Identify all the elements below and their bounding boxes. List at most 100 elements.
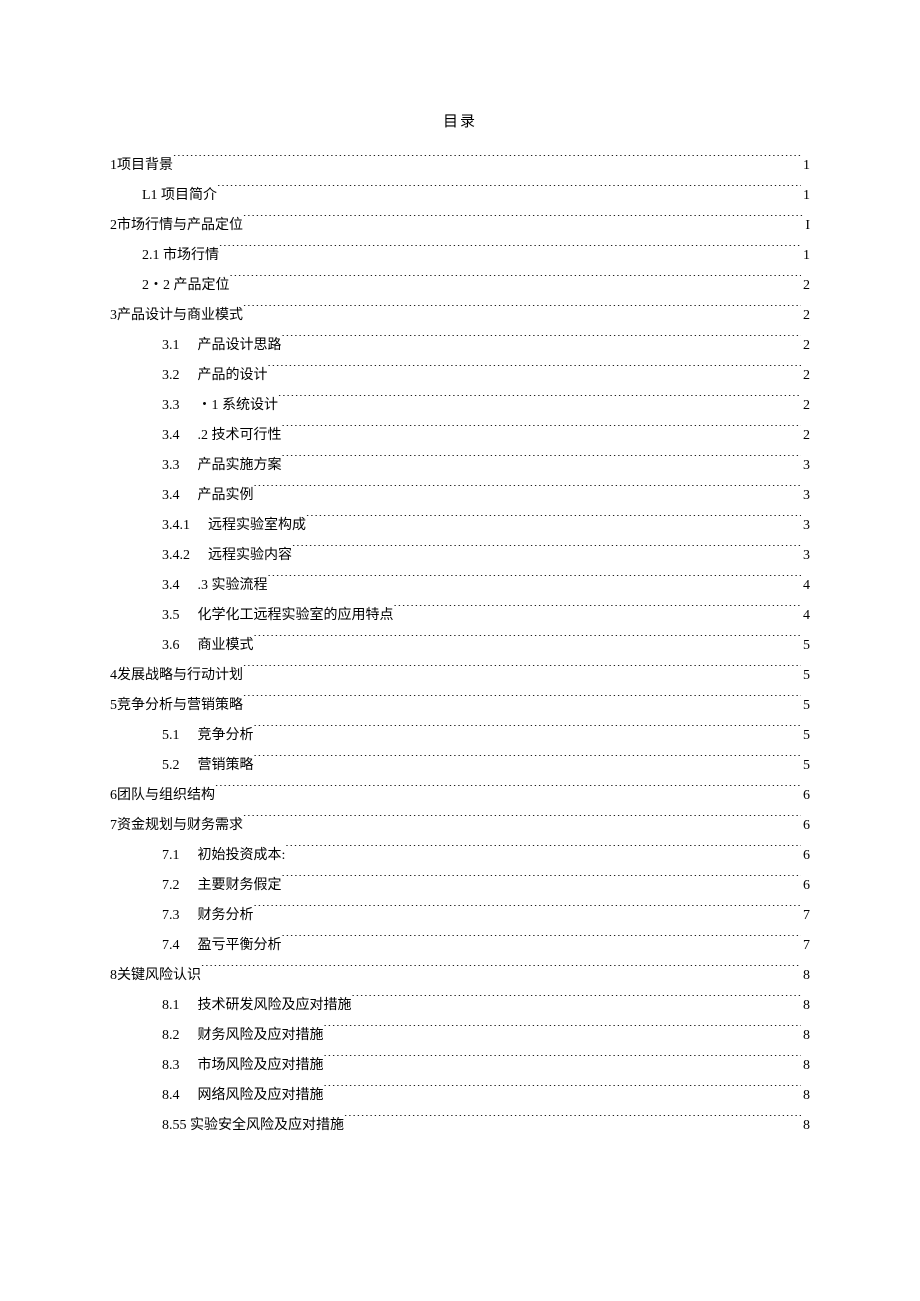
toc-label: 远程实验室构成 [208,511,306,541]
toc-leader [324,1055,802,1069]
toc-number: 3.5 [162,601,198,631]
toc-page-number: 5 [801,661,810,691]
toc-page-number: 8 [801,1021,810,1051]
toc-leader [173,155,801,169]
toc-leader [344,1115,801,1129]
toc-entry: 3.2产品的设计2 [110,361,810,391]
toc-label: 竞争分析与营销策略 [117,691,243,721]
toc-number: 3.3 [162,451,198,481]
toc-leader [268,575,802,589]
toc-number: 3.1 [162,331,198,361]
toc-label: 2.1 市场行情 [142,241,219,271]
toc-number: 7.3 [162,901,198,931]
toc-leader [243,305,801,319]
toc-page-number: 8 [801,991,810,1021]
toc-leader [254,905,802,919]
toc-number: 7 [110,811,117,841]
toc-leader [282,425,802,439]
toc-page-number: 3 [801,481,810,511]
toc-number: 3 [110,301,117,331]
toc-label: 产品实例 [198,481,254,511]
toc-label: 产品实施方案 [198,451,282,481]
toc-page-number: 2 [801,271,810,301]
toc-entry: 7.2主要财务假定6 [110,871,810,901]
toc-page-number: 7 [801,901,810,931]
toc-label: 团队与组织结构 [117,781,215,811]
toc-label: 5 实验安全风险及应对措施 [180,1111,345,1141]
toc-leader [268,365,802,379]
toc-leader [306,515,801,529]
toc-entry: 7.4盈亏平衡分析 7 [110,931,810,961]
toc-entry: 3产品设计与商业模式 2 [110,301,810,331]
toc-leader [215,785,801,799]
toc-page-number: 5 [801,631,810,661]
toc-leader [394,605,802,619]
toc-leader [282,455,802,469]
toc-entry: 5竞争分析与营销策略 5 [110,691,810,721]
toc-label: 市场风险及应对措施 [198,1051,324,1081]
toc-page-number: 6 [801,811,810,841]
toc-number: 5.1 [162,721,198,751]
toc-entry: 8.4网络风险及应对措施8 [110,1081,810,1111]
toc-number: 8.1 [162,991,198,1021]
toc-label: 竞争分析 [198,721,254,751]
toc-label: 盈亏平衡分析 [198,931,282,961]
toc-leader [243,815,801,829]
toc-page-number: 1 [801,151,810,181]
toc-number: 8.2 [162,1021,198,1051]
toc-leader [254,725,802,739]
toc-label: L1 项目简介 [142,181,217,211]
toc-page-number: 4 [801,571,810,601]
toc-number: 3.4 [162,421,198,451]
toc-label: 化学化工远程实验室的应用特点 [198,601,394,631]
toc-leader [201,965,801,979]
toc-number: 1 [110,151,117,181]
toc-entry: 4发展战略与行动计划 5 [110,661,810,691]
toc-entry: 2市场行情与产品定位 I [110,211,810,241]
toc-number: 8 [110,961,117,991]
toc-entry: 3.4.1远程实验室构成 3 [110,511,810,541]
toc-label: 项目背景 [117,151,173,181]
toc-label: 财务分析 [198,901,254,931]
toc-entry: 3.1产品设计思路 2 [110,331,810,361]
toc-number: 4 [110,661,117,691]
toc-number: 8.3 [162,1051,198,1081]
toc-number: 3.4.2 [162,541,208,571]
toc-page-number: 7 [801,931,810,961]
toc-entry: 7.1初始投资成本:6 [110,841,810,871]
toc-entry: 5.2营销策略5 [110,751,810,781]
toc-title: 目录 [110,110,810,131]
toc-entry: 1项目背景 1 [110,151,810,181]
toc-page-number: I [803,211,810,241]
toc-label: 资金规划与财务需求 [117,811,243,841]
toc-page-number: 2 [801,331,810,361]
toc-leader [324,1025,802,1039]
toc-label: 远程实验内容 [208,541,292,571]
toc-label: 主要财务假定 [198,871,282,901]
toc-number: 6 [110,781,117,811]
toc-entry: 6团队与组织结构6 [110,781,810,811]
toc-entry: 3.5化学化工远程实验室的应用特点 4 [110,601,810,631]
toc-entry: 3.4.3 实验流程4 [110,571,810,601]
toc-entry: 8.5 5 实验安全风险及应对措施8 [110,1111,810,1141]
toc-entry: 5.1竞争分析 5 [110,721,810,751]
toc-leader [219,245,801,259]
toc-number: 3.2 [162,361,198,391]
toc-label: 商业模式 [198,631,254,661]
toc-number: 2 [110,211,117,241]
toc-number: 8.5 [162,1111,180,1141]
toc-label: 发展战略与行动计划 [117,661,243,691]
toc-page-number: 6 [801,781,810,811]
toc-number: 5 [110,691,117,721]
toc-entry: 3.4.2远程实验内容 3 [110,541,810,571]
toc-label: 初始投资成本: [198,841,286,871]
toc-label: 产品的设计 [198,361,268,391]
toc-page-number: 1 [801,241,810,271]
toc-page-number: 2 [801,301,810,331]
toc-entry: 3.4.2 技术可行性2 [110,421,810,451]
toc-label: .2 技术可行性 [198,421,282,451]
toc-label: 产品设计思路 [198,331,282,361]
toc-number: 3.4 [162,481,198,511]
toc-entry: 2.1 市场行情 1 [110,241,810,271]
toc-number: 7.2 [162,871,198,901]
